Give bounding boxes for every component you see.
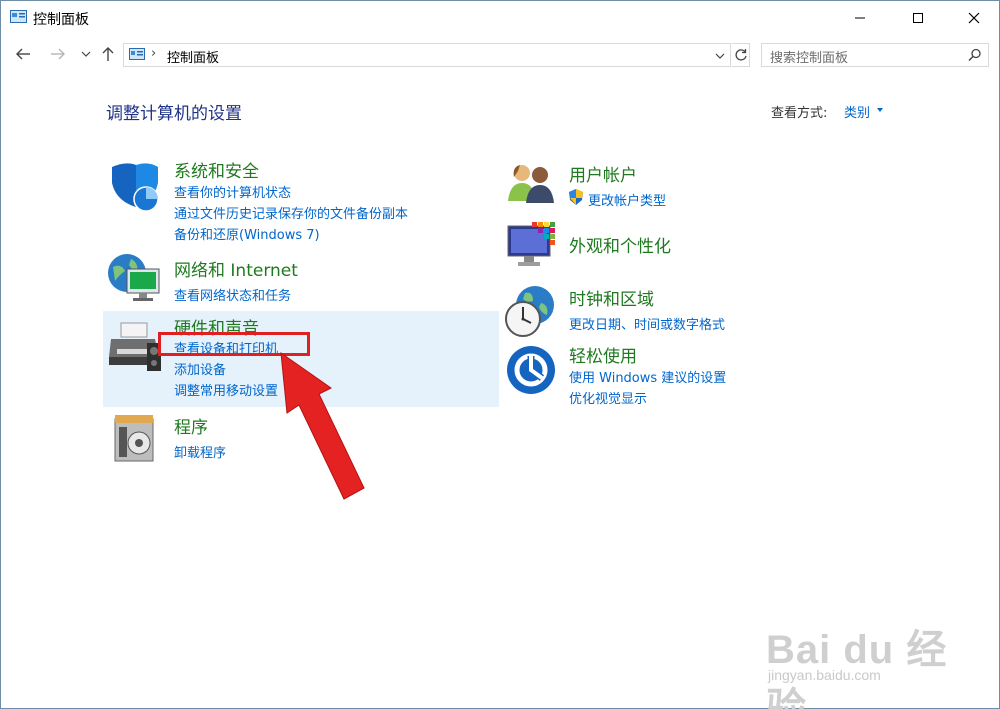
category-clock-region[interactable]: 时钟和区域 bbox=[569, 285, 654, 310]
category-ease-of-access[interactable]: 轻松使用 bbox=[569, 342, 637, 367]
back-button[interactable] bbox=[12, 43, 34, 65]
forward-arrow-icon bbox=[51, 48, 65, 60]
maximize-button[interactable] bbox=[895, 1, 941, 35]
uac-shield-icon bbox=[569, 189, 583, 205]
clock-globe-icon bbox=[505, 286, 554, 337]
chevron-down-icon bbox=[715, 53, 725, 59]
network-globe-icon bbox=[108, 254, 160, 301]
search-icon[interactable] bbox=[968, 48, 982, 62]
address-dropdown-button[interactable] bbox=[712, 48, 728, 64]
view-by-label: 查看方式: bbox=[771, 106, 828, 121]
link-change-date-time[interactable]: 更改日期、时间或数字格式 bbox=[569, 314, 725, 333]
link-view-computer-status[interactable]: 查看你的计算机状态 bbox=[174, 182, 291, 201]
ease-of-access-icon bbox=[507, 346, 555, 394]
page-title: 调整计算机的设置 bbox=[106, 104, 242, 124]
appearance-monitor-icon bbox=[507, 222, 555, 266]
breadcrumb-separator: › bbox=[151, 46, 157, 61]
close-button[interactable] bbox=[951, 1, 997, 35]
link-network-status[interactable]: 查看网络状态和任务 bbox=[174, 285, 291, 304]
maximize-icon bbox=[913, 13, 923, 23]
printer-icon bbox=[109, 322, 161, 371]
category-appearance[interactable]: 外观和个性化 bbox=[569, 232, 671, 257]
annotation-highlight-box bbox=[158, 332, 310, 356]
shield-icon bbox=[112, 163, 159, 212]
caret-down-icon[interactable] bbox=[877, 108, 883, 112]
address-bar[interactable]: › 控制面板 bbox=[123, 43, 731, 67]
link-change-account-type[interactable]: 更改帐户类型 bbox=[588, 190, 666, 209]
link-uninstall-program[interactable]: 卸载程序 bbox=[174, 442, 226, 461]
forward-button[interactable] bbox=[47, 43, 69, 65]
category-system-security[interactable]: 系统和安全 bbox=[174, 157, 259, 182]
users-icon bbox=[508, 165, 554, 203]
category-network-internet[interactable]: 网络和 Internet bbox=[174, 256, 298, 281]
control-panel-window: 控制面板 › 控制面板 搜索控制面板 调整计算机的设置 查看方式: 类别 系统和… bbox=[0, 0, 1000, 709]
title-bar: 控制面板 bbox=[1, 1, 999, 35]
category-user-accounts[interactable]: 用户帐户 bbox=[569, 161, 637, 186]
baidu-watermark: Bai du 经验 jingyan.baidu.com bbox=[766, 609, 956, 709]
link-backup-restore[interactable]: 备份和还原(Windows 7) bbox=[174, 224, 320, 243]
watermark-url: jingyan.baidu.com bbox=[768, 667, 881, 683]
back-arrow-icon bbox=[16, 48, 30, 60]
link-mobility-settings[interactable]: 调整常用移动设置 bbox=[174, 380, 278, 399]
close-icon bbox=[968, 12, 980, 24]
breadcrumb-control-panel[interactable]: 控制面板 bbox=[167, 47, 219, 66]
link-file-history-backup[interactable]: 通过文件历史记录保存你的文件备份副本 bbox=[174, 203, 408, 222]
link-add-device[interactable]: 添加设备 bbox=[174, 359, 226, 378]
category-programs[interactable]: 程序 bbox=[174, 413, 208, 438]
view-by-dropdown[interactable]: 类别 bbox=[844, 102, 870, 121]
link-windows-recommended-settings[interactable]: 使用 Windows 建议的设置 bbox=[569, 367, 726, 386]
refresh-button[interactable] bbox=[732, 43, 750, 67]
navigation-bar: › 控制面板 搜索控制面板 bbox=[1, 39, 999, 71]
control-panel-icon bbox=[129, 48, 145, 60]
recent-locations-button[interactable] bbox=[75, 43, 97, 65]
link-optimize-visual-display[interactable]: 优化视觉显示 bbox=[569, 388, 647, 407]
minimize-button[interactable] bbox=[837, 1, 883, 35]
window-title: 控制面板 bbox=[33, 12, 89, 28]
search-input[interactable]: 搜索控制面板 bbox=[770, 47, 848, 66]
search-box[interactable]: 搜索控制面板 bbox=[761, 43, 989, 67]
refresh-icon bbox=[734, 49, 747, 61]
chevron-down-icon bbox=[81, 51, 91, 57]
up-arrow-icon bbox=[102, 47, 114, 61]
programs-icon bbox=[114, 415, 154, 462]
up-button[interactable] bbox=[97, 43, 119, 65]
watermark-logo: Bai du 经验 bbox=[766, 628, 948, 709]
control-panel-icon bbox=[10, 10, 27, 23]
minimize-icon bbox=[855, 17, 865, 19]
